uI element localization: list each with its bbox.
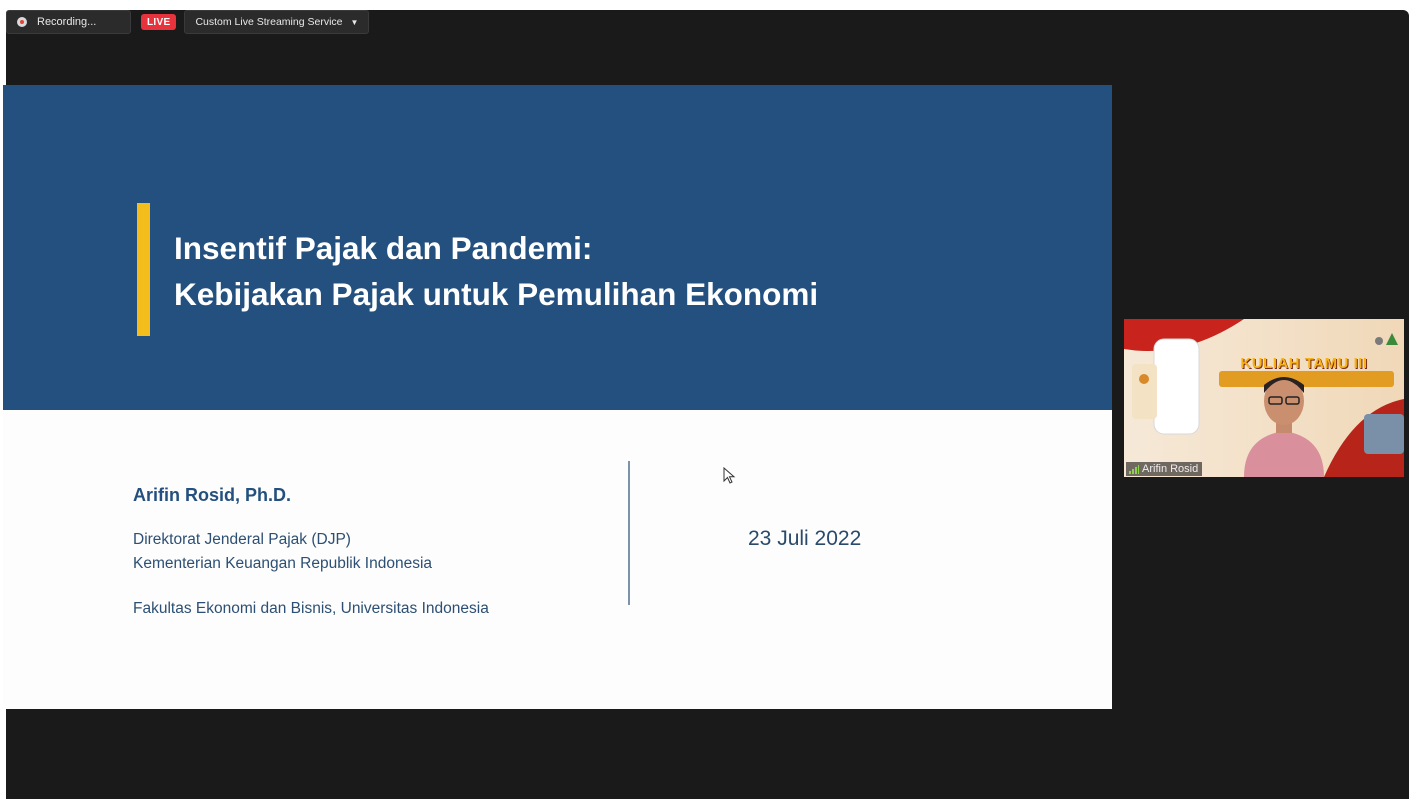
affiliation-ministry: Kementerian Keuangan Republik Indonesia — [133, 555, 433, 572]
mouse-pointer-icon — [723, 467, 736, 484]
video-background-banner: KULIAH TAMU III — [1240, 355, 1368, 372]
meeting-status-bar: Recording... LIVE Custom Live Streaming … — [6, 9, 370, 35]
slide-title: Insentif Pajak dan Pandemi: Kebijakan Pa… — [174, 225, 818, 317]
live-badge[interactable]: LIVE — [141, 14, 177, 30]
affiliation-djp: Direktorat Jenderal Pajak (DJP) — [133, 531, 351, 548]
participant-video-feed — [1124, 319, 1404, 477]
presentation-date: 23 Juli 2022 — [748, 527, 862, 550]
slide-divider — [628, 461, 630, 605]
presenter-name: Arifin Rosid, Ph.D. — [133, 485, 292, 505]
participant-name: Arifin Rosid — [1142, 463, 1199, 475]
shared-screen-slide: Insentif Pajak dan Pandemi: Kebijakan Pa… — [3, 85, 1112, 709]
live-streaming-service-dropdown[interactable]: Custom Live Streaming Service ▼ — [184, 10, 370, 34]
recording-indicator[interactable]: Recording... — [6, 10, 131, 34]
recording-label: Recording... — [37, 16, 97, 28]
stream-service-label: Custom Live Streaming Service — [195, 16, 343, 28]
participant-video-tile[interactable]: KULIAH TAMU III Arifin Rosid — [1124, 319, 1404, 477]
affiliation-university: Fakultas Ekonomi dan Bisnis, Universitas… — [133, 600, 489, 617]
chevron-down-icon: ▼ — [350, 17, 359, 27]
slide-title-line-1: Insentif Pajak dan Pandemi: — [174, 230, 593, 266]
record-icon — [17, 17, 27, 27]
signal-strength-icon — [1129, 464, 1139, 474]
participant-name-tag: Arifin Rosid — [1126, 462, 1203, 476]
slide-title-line-2: Kebijakan Pajak untuk Pemulihan Ekonomi — [174, 276, 819, 312]
slide-header-band: Insentif Pajak dan Pandemi: Kebijakan Pa… — [3, 85, 1112, 410]
title-accent-bar — [137, 203, 150, 336]
